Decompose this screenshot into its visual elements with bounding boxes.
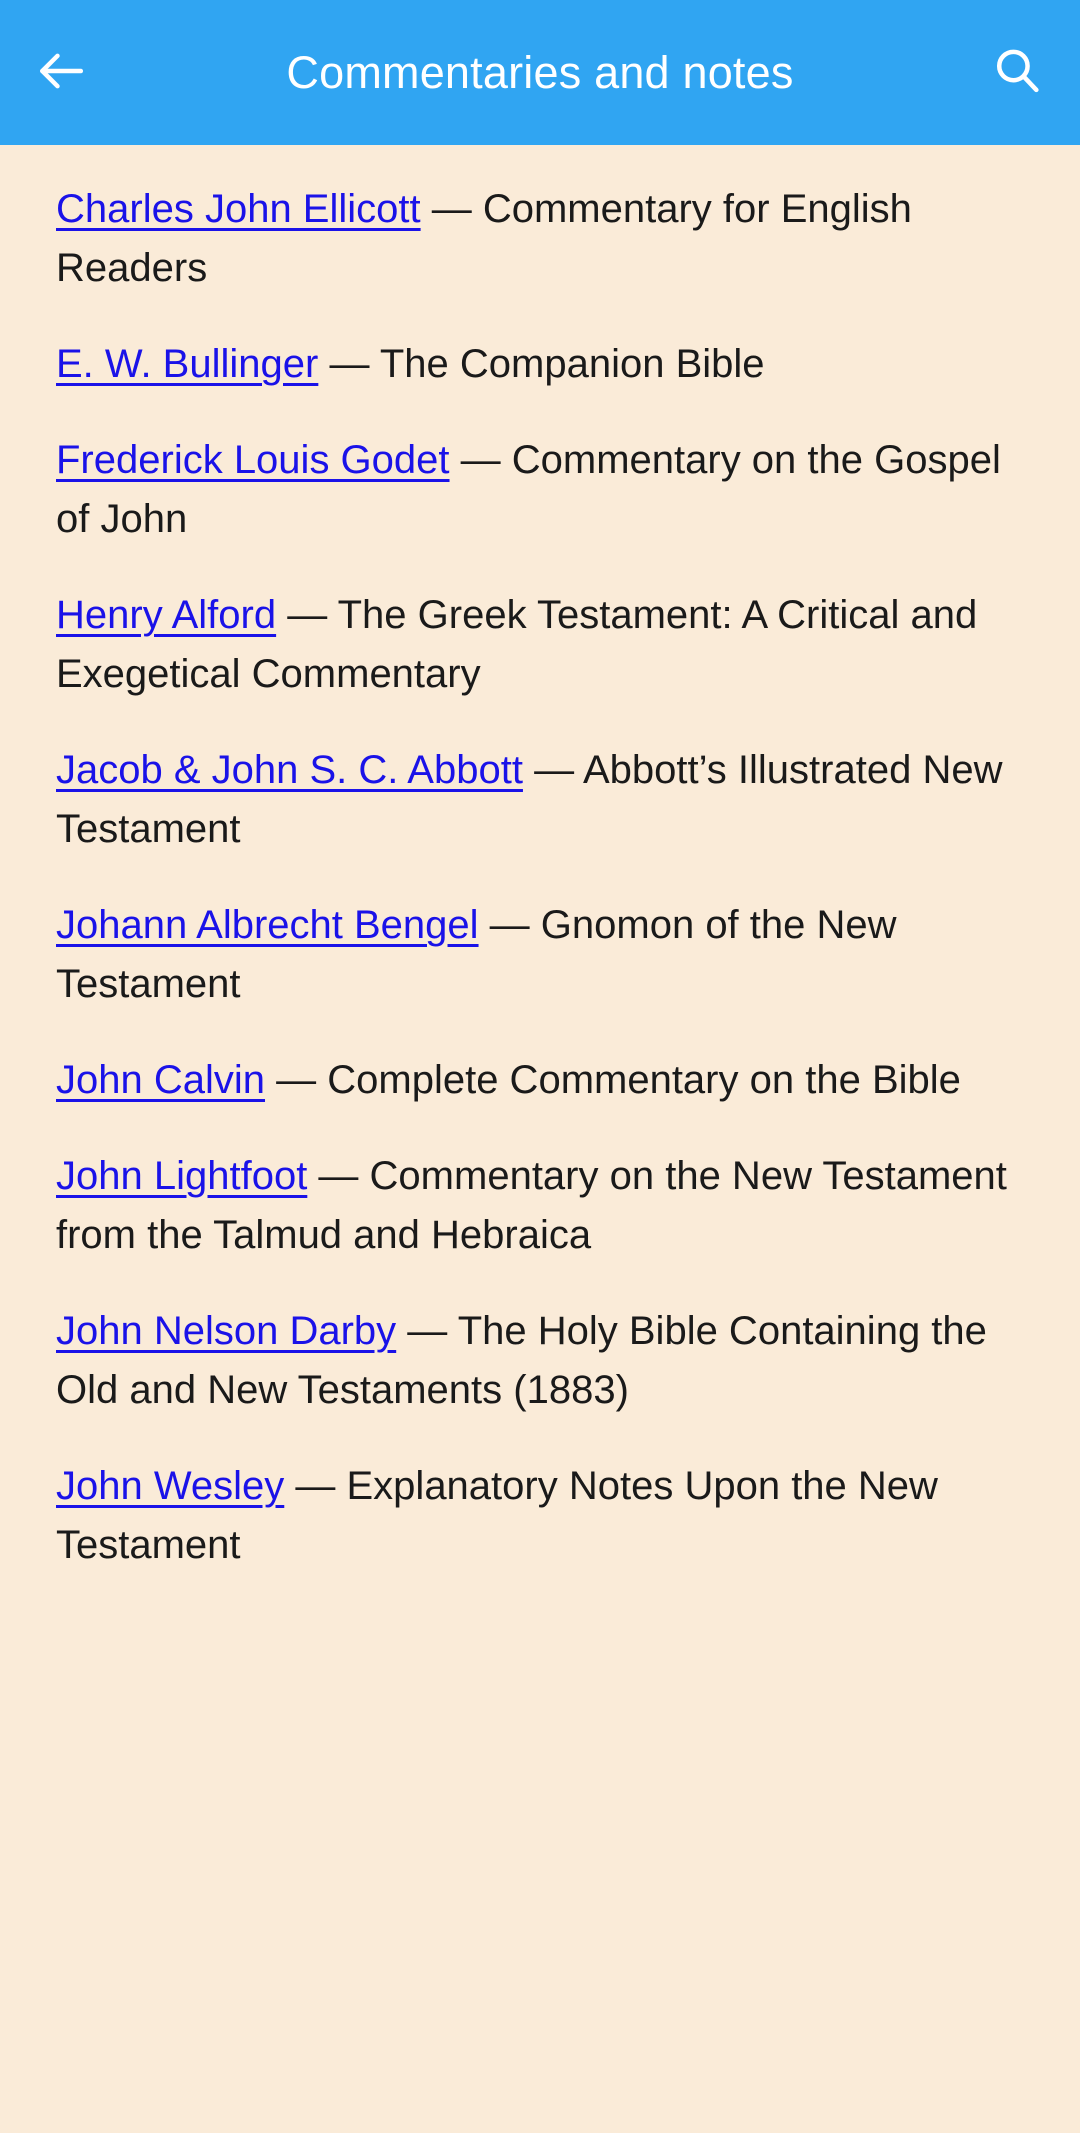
commentary-author-link[interactable]: Henry Alford bbox=[56, 593, 276, 637]
list-item: Jacob & John S. C. Abbott — Abbott’s Ill… bbox=[56, 704, 1026, 859]
commentary-list: Charles John Ellicott — Commentary for E… bbox=[0, 145, 1080, 1575]
list-item: John Lightfoot — Commentary on the New T… bbox=[56, 1110, 1026, 1265]
separator-dash: — bbox=[307, 1154, 370, 1198]
separator-dash: — bbox=[276, 593, 338, 637]
list-item: John Calvin — Complete Commentary on the… bbox=[56, 1014, 1026, 1110]
commentary-author-link[interactable]: Frederick Louis Godet bbox=[56, 438, 450, 482]
search-button[interactable] bbox=[982, 38, 1052, 108]
commentary-author-link[interactable]: E. W. Bullinger bbox=[56, 342, 318, 386]
back-button[interactable] bbox=[26, 38, 96, 108]
list-item: John Wesley — Explanatory Notes Upon the… bbox=[56, 1420, 1026, 1575]
list-item: Johann Albrecht Bengel — Gnomon of the N… bbox=[56, 859, 1026, 1014]
commentary-author-link[interactable]: Johann Albrecht Bengel bbox=[56, 903, 479, 947]
list-item: Henry Alford — The Greek Testament: A Cr… bbox=[56, 549, 1026, 704]
separator-dash: — bbox=[478, 903, 541, 947]
list-item: E. W. Bullinger — The Companion Bible bbox=[56, 298, 1026, 394]
commentary-author-link[interactable]: Jacob & John S. C. Abbott bbox=[56, 748, 523, 792]
separator-dash: — bbox=[265, 1058, 328, 1102]
search-icon bbox=[990, 44, 1044, 103]
commentary-author-link[interactable]: John Wesley bbox=[56, 1464, 284, 1508]
separator-dash: — bbox=[420, 187, 483, 231]
commentary-title: The Companion Bible bbox=[379, 342, 765, 386]
separator-dash: — bbox=[396, 1309, 458, 1353]
commentary-author-link[interactable]: John Nelson Darby bbox=[56, 1309, 396, 1353]
commentary-author-link[interactable]: John Lightfoot bbox=[56, 1154, 307, 1198]
app-bar: Commentaries and notes bbox=[0, 0, 1080, 145]
list-item: Frederick Louis Godet — Commentary on th… bbox=[56, 394, 1026, 549]
list-item: John Nelson Darby — The Holy Bible Conta… bbox=[56, 1265, 1026, 1420]
separator-dash: — bbox=[318, 342, 380, 386]
separator-dash: — bbox=[522, 748, 583, 792]
arrow-left-icon bbox=[33, 43, 89, 104]
separator-dash: — bbox=[449, 438, 512, 482]
commentary-author-link[interactable]: Charles John Ellicott bbox=[56, 187, 421, 231]
commentary-author-link[interactable]: John Calvin bbox=[56, 1058, 265, 1102]
separator-dash: — bbox=[284, 1464, 347, 1508]
commentary-title: Complete Commentary on the Bible bbox=[327, 1058, 961, 1102]
list-item: Charles John Ellicott — Commentary for E… bbox=[56, 145, 1026, 298]
page-title: Commentaries and notes bbox=[286, 47, 794, 98]
